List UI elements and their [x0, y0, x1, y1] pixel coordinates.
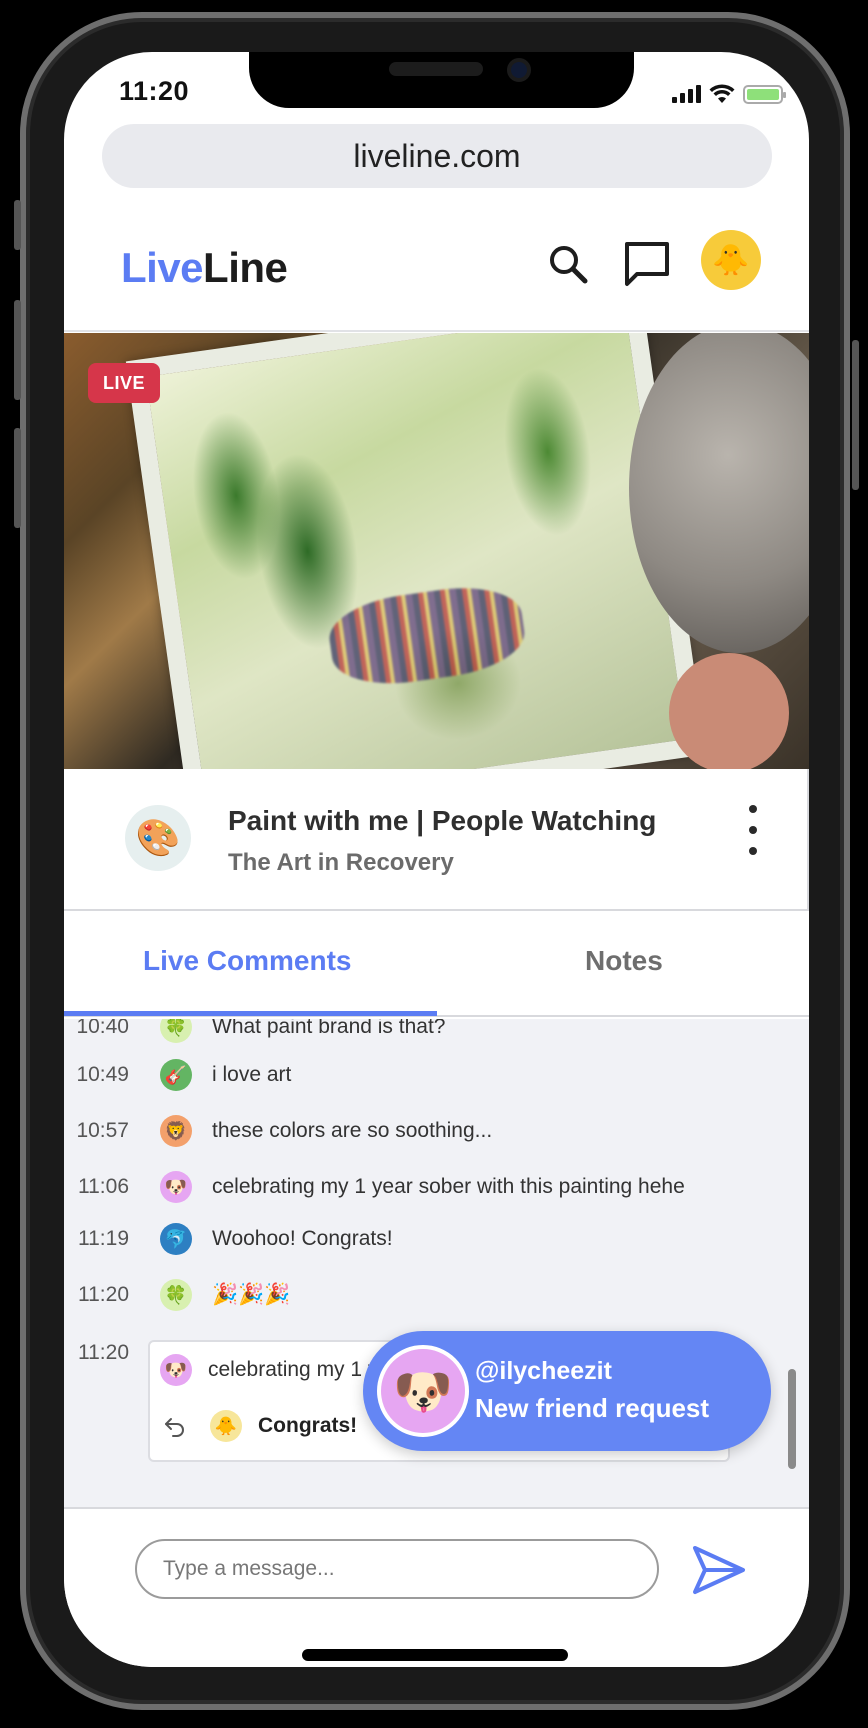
comment-time: 10:57: [76, 1119, 129, 1142]
comment-row: 11:06 🐶 celebrating my 1 year sober with…: [64, 1171, 809, 1207]
send-button[interactable]: [686, 1537, 752, 1603]
comment-text: i love art: [212, 1063, 292, 1086]
profile-avatar[interactable]: 🐥: [701, 230, 761, 290]
url-bar[interactable]: liveline.com: [102, 124, 772, 188]
comment-row: 11:20 🍀 🎉🎉🎉: [64, 1279, 809, 1315]
stream-title: Paint with me | People Watching: [228, 805, 657, 836]
channel-name[interactable]: The Art in Recovery: [228, 849, 454, 877]
stream-info: 🎨 Paint with me | People Watching The Ar…: [64, 769, 809, 911]
video-painter-hand: [669, 653, 789, 769]
tab-bar: Live Comments Notes: [64, 911, 809, 1017]
send-icon: [693, 1546, 745, 1594]
user-avatar[interactable]: 🐥: [210, 1410, 242, 1442]
messages-button[interactable]: [619, 236, 675, 292]
comment-time: 11:06: [78, 1175, 129, 1198]
quoted-comment-text: celebrating my 1 y: [208, 1358, 379, 1381]
user-avatar[interactable]: 🐶: [160, 1354, 192, 1386]
logo-part-line: Line: [203, 244, 288, 291]
silent-switch: [14, 200, 21, 250]
dot: [749, 847, 757, 855]
tab-notes[interactable]: Notes: [585, 945, 663, 977]
user-avatar[interactable]: 🎸: [160, 1059, 192, 1091]
dot: [749, 805, 757, 813]
user-avatar[interactable]: 🐶: [160, 1171, 192, 1203]
reply-text: Congrats!: [258, 1414, 358, 1437]
comment-time: 11:20: [78, 1283, 129, 1306]
channel-avatar[interactable]: 🎨: [125, 805, 191, 871]
comment-time: 10:49: [76, 1063, 129, 1086]
message-composer: [64, 1507, 809, 1667]
comment-time: 11:19: [78, 1227, 129, 1250]
notification-username: @ilycheezit: [475, 1357, 612, 1385]
speaker: [389, 62, 483, 76]
comment-row: 10:57 🦁 these colors are so soothing...: [64, 1115, 809, 1151]
more-options-button[interactable]: [741, 805, 765, 855]
palette-icon: 🎨: [135, 817, 181, 858]
app-logo[interactable]: LiveLine: [121, 244, 288, 292]
url-text: liveline.com: [353, 137, 521, 174]
video-painting: [125, 333, 707, 769]
comment-row: 10:40 🍀 What paint brand is that?: [64, 1019, 809, 1047]
comment-row: 10:49 🎸 i love art: [64, 1059, 809, 1095]
notch: [249, 52, 634, 108]
comment-row: 11:19 🐬 Woohoo! Congrats!: [64, 1223, 809, 1259]
comments-scrollbar[interactable]: [788, 1369, 796, 1469]
battery-icon: [743, 84, 786, 104]
live-video[interactable]: LIVE: [64, 333, 809, 769]
status-time: 11:20: [119, 76, 190, 106]
live-badge: LIVE: [88, 363, 160, 403]
logo-part-live: Live: [121, 244, 204, 291]
user-avatar[interactable]: 🍀: [160, 1279, 192, 1311]
phone-screen: 11:20 liveline.com LiveLine 🐥 LIVE 🎨 Pai…: [64, 52, 809, 1667]
tab-live-comments[interactable]: Live Comments: [143, 945, 352, 977]
app-header: LiveLine 🐥: [64, 200, 809, 332]
search-icon: [550, 246, 588, 284]
power-button: [852, 340, 859, 490]
comment-time: 11:20: [78, 1341, 129, 1364]
comment-text: Woohoo! Congrats!: [212, 1227, 393, 1250]
user-avatar[interactable]: 🍀: [160, 1019, 192, 1043]
user-avatar[interactable]: 🐬: [160, 1223, 192, 1255]
active-tab-indicator: [64, 1011, 437, 1016]
reply-icon: [165, 1418, 184, 1437]
message-input[interactable]: [135, 1539, 659, 1599]
home-indicator[interactable]: [302, 1649, 568, 1661]
search-button[interactable]: [540, 236, 596, 292]
volume-down-button: [14, 428, 21, 528]
comment-text: 🎉🎉🎉: [212, 1283, 291, 1306]
signal-icon: [672, 85, 701, 103]
wifi-icon: [709, 84, 735, 103]
notification-message: New friend request: [475, 1393, 710, 1423]
chick-icon: 🐥: [712, 243, 750, 277]
dot: [749, 826, 757, 834]
status-icons: [672, 84, 786, 104]
volume-up-button: [14, 300, 21, 400]
comment-text: What paint brand is that?: [212, 1019, 446, 1038]
user-avatar[interactable]: 🦁: [160, 1115, 192, 1147]
comment-text: these colors are so soothing...: [212, 1119, 493, 1142]
chat-icon: [625, 242, 669, 286]
comment-time: 10:40: [76, 1019, 129, 1038]
dog-avatar-icon: 🐶: [377, 1345, 469, 1437]
camera-icon: [507, 58, 531, 82]
friend-request-notification[interactable]: 🐶 @ilycheezit New friend request: [363, 1331, 771, 1451]
comment-text: celebrating my 1 year sober with this pa…: [212, 1175, 685, 1198]
